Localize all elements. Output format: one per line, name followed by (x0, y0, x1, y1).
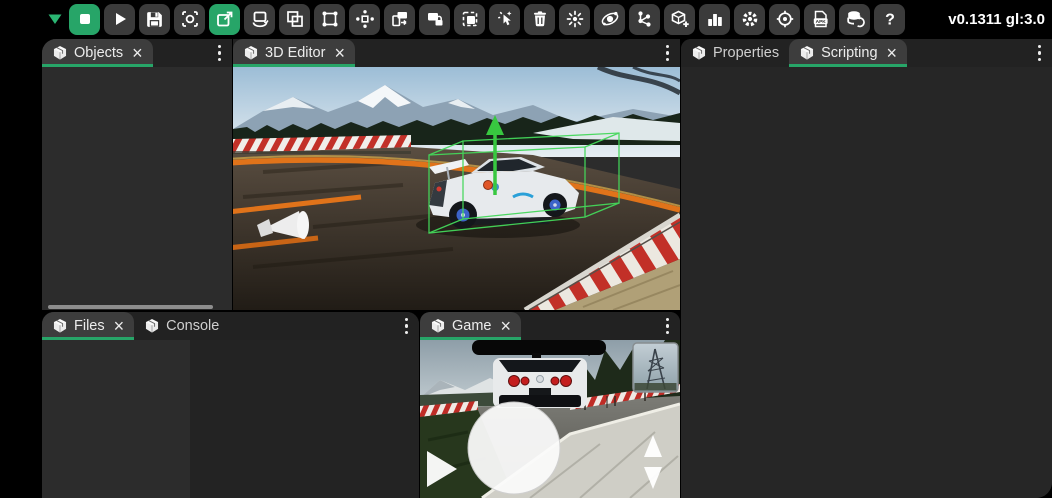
editor-menu-button[interactable] (655, 45, 681, 62)
close-icon[interactable]: × (114, 317, 125, 335)
apk-export-button[interactable]: APK (804, 4, 835, 35)
cube-icon (691, 45, 707, 61)
objects-menu-button[interactable] (207, 45, 233, 62)
svg-text:?: ? (885, 12, 895, 29)
game-panel: Game × (420, 312, 680, 498)
app-screen: APK? v0.1311 gl:3.0 Objects × 3D Editor × (0, 0, 1052, 498)
file-tree (42, 340, 190, 498)
files-panel: Files × Console (42, 312, 419, 498)
tab-label: Game (452, 318, 492, 334)
add-object-button[interactable] (664, 4, 695, 35)
scale-tool-button[interactable] (279, 4, 310, 35)
tab-label: Scripting (821, 45, 877, 61)
tab-label: 3D Editor (265, 45, 325, 61)
files-content (42, 340, 419, 498)
cube-icon (144, 318, 160, 334)
light-button[interactable] (559, 4, 590, 35)
scene-dropdown-button[interactable] (44, 4, 65, 35)
stop-button[interactable] (69, 4, 100, 35)
gizmo-button[interactable] (769, 4, 800, 35)
bounds-tool-button[interactable] (314, 4, 345, 35)
files-menu-button[interactable] (394, 318, 420, 335)
center-tool-button[interactable] (349, 4, 380, 35)
objects-scrollbar[interactable] (48, 305, 213, 309)
tab-objects[interactable]: Objects × (42, 39, 153, 67)
editor-3d-panel: 3D Editor × (233, 39, 680, 310)
speedometer (468, 402, 560, 494)
editor-tabstrip: 3D Editor × (233, 39, 680, 67)
game-viewport[interactable] (420, 340, 680, 498)
stats-button[interactable] (699, 4, 730, 35)
cube-icon (52, 318, 68, 334)
move-tool-button[interactable] (209, 4, 240, 35)
cube-icon (243, 45, 259, 61)
lock-object-button[interactable] (419, 4, 450, 35)
tab-label: Objects (74, 45, 123, 61)
close-icon[interactable]: × (334, 44, 345, 62)
files-tabstrip: Files × Console (42, 312, 419, 340)
objects-panel: Objects × (42, 39, 232, 310)
play-button[interactable] (104, 4, 135, 35)
selection-button[interactable] (454, 4, 485, 35)
svg-text:APK: APK (815, 19, 826, 25)
help-button[interactable]: ? (874, 4, 905, 35)
delete-button[interactable] (524, 4, 555, 35)
tab-3d-editor[interactable]: 3D Editor × (233, 39, 355, 67)
preview-button[interactable] (174, 4, 205, 35)
tab-game[interactable]: Game × (420, 312, 521, 340)
cube-icon (52, 45, 68, 61)
scripting-panel: Properties Scripting × (681, 39, 1052, 498)
tab-label: Properties (713, 45, 779, 61)
game-tabstrip: Game × (420, 312, 680, 340)
cube-icon (799, 45, 815, 61)
minimap (633, 343, 678, 392)
toolbar: APK? v0.1311 gl:3.0 (44, 2, 1048, 36)
close-icon[interactable]: × (132, 44, 143, 62)
tab-files[interactable]: Files × (42, 312, 134, 340)
version-label: v0.1311 gl:3.0 (948, 11, 1048, 28)
close-icon[interactable]: × (887, 44, 898, 62)
pointer-tool-button[interactable] (489, 4, 520, 35)
database-sync-button[interactable] (839, 4, 870, 35)
game-menu-button[interactable] (655, 318, 681, 335)
code-editor[interactable] (681, 67, 1052, 498)
tab-properties[interactable]: Properties (681, 39, 789, 67)
tab-console[interactable]: Console (134, 312, 229, 340)
duplicate-button[interactable] (384, 4, 415, 35)
settings-button[interactable] (734, 4, 765, 35)
objects-tabstrip: Objects × (42, 39, 232, 67)
file-grid (190, 340, 419, 498)
3d-viewport[interactable] (233, 67, 680, 310)
tab-scripting[interactable]: Scripting × (789, 39, 907, 67)
scripting-menu-button[interactable] (1027, 45, 1052, 62)
orbit-button[interactable] (594, 4, 625, 35)
tab-label: Console (166, 318, 219, 334)
close-icon[interactable]: × (501, 317, 512, 335)
nodes-button[interactable] (629, 4, 660, 35)
scripting-tabstrip: Properties Scripting × (681, 39, 1052, 67)
cube-icon (430, 318, 446, 334)
save-button[interactable] (139, 4, 170, 35)
tab-label: Files (74, 318, 105, 334)
rotate-tool-button[interactable] (244, 4, 275, 35)
